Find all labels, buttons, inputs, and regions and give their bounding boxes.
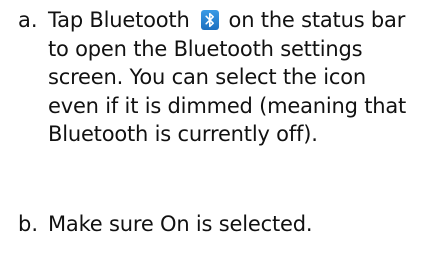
step-text: Make sure On is selected. [48, 212, 313, 236]
step-text: Tap Bluetooth on the status bar to open … [48, 6, 408, 149]
instruction-step-b: b. Make sure On is selected. [18, 210, 408, 239]
bluetooth-icon [201, 10, 220, 30]
instruction-step-a: a. Tap Bluetooth on the status bar to op… [18, 6, 408, 149]
step-marker: b. [18, 212, 39, 236]
step-text-before-icon: Tap Bluetooth [48, 8, 190, 32]
step-marker: a. [18, 8, 38, 32]
